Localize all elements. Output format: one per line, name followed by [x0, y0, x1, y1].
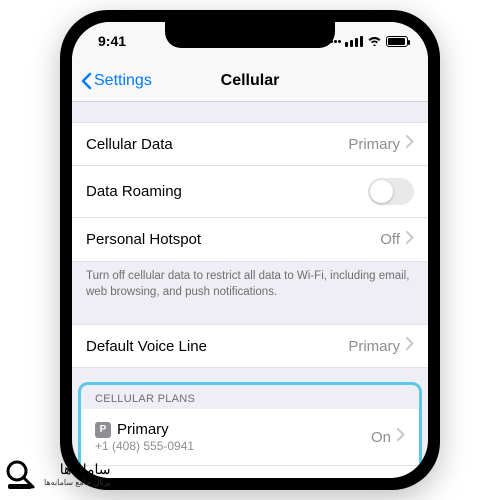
- voice-line-value: Primary: [348, 338, 400, 355]
- wifi-icon: [367, 33, 382, 49]
- plan-status-primary: On: [371, 429, 391, 446]
- row-plan-primary[interactable]: P Primary +1 (408) 555-0941 On: [81, 409, 419, 466]
- footnote-text: Turn off cellular data to restrict all d…: [72, 262, 428, 300]
- group-cellular: Cellular Data Primary Data Roaming Perso…: [72, 122, 428, 262]
- row-personal-hotspot[interactable]: Personal Hotspot Off: [72, 218, 428, 262]
- nav-bar: Settings Cellular: [72, 60, 428, 102]
- row-plan-secondary[interactable]: S Secondary +1 (408) 555-0942 On: [81, 466, 419, 478]
- watermark: سامانه‌ها پرتال جامع سامانه‌ها: [0, 454, 111, 494]
- row-default-voice-line[interactable]: Default Voice Line Primary: [72, 324, 428, 368]
- back-label: Settings: [94, 72, 152, 90]
- plan-number-primary: +1 (408) 555-0941: [95, 439, 371, 453]
- plan-badge-primary: P: [95, 422, 111, 438]
- plans-header: CELLULAR PLANS: [81, 385, 419, 409]
- group-voice: Default Voice Line Primary: [72, 324, 428, 368]
- cellular-data-value: Primary: [348, 136, 400, 153]
- phone-frame: 9:41 Settings Cellular: [60, 10, 440, 490]
- notch: [165, 22, 335, 48]
- hotspot-value: Off: [380, 231, 400, 248]
- back-button[interactable]: Settings: [72, 72, 152, 90]
- status-time: 9:41: [98, 33, 126, 49]
- chevron-right-icon: [406, 135, 414, 153]
- chevron-left-icon: [80, 72, 92, 90]
- chevron-right-icon: [406, 337, 414, 355]
- cellular-plans-highlight: CELLULAR PLANS P Primary +1 (408) 555-09…: [78, 382, 422, 478]
- hotspot-label: Personal Hotspot: [86, 231, 380, 248]
- content-scroll[interactable]: Cellular Data Primary Data Roaming Perso…: [72, 102, 428, 478]
- data-roaming-label: Data Roaming: [86, 183, 368, 200]
- row-data-roaming: Data Roaming: [72, 166, 428, 218]
- voice-line-label: Default Voice Line: [86, 338, 348, 355]
- chevron-right-icon: [397, 428, 405, 446]
- row-cellular-data[interactable]: Cellular Data Primary: [72, 122, 428, 166]
- watermark-logo-icon: [0, 454, 40, 494]
- chevron-right-icon: [406, 231, 414, 249]
- signal-bars-icon: [345, 36, 363, 47]
- data-roaming-toggle[interactable]: [368, 178, 414, 205]
- screen: 9:41 Settings Cellular: [72, 22, 428, 478]
- plan-name-primary: Primary: [117, 421, 169, 438]
- cellular-data-label: Cellular Data: [86, 136, 348, 153]
- battery-icon: [386, 36, 408, 47]
- watermark-title: سامانه‌ها: [44, 461, 111, 478]
- watermark-subtitle: پرتال جامع سامانه‌ها: [44, 478, 111, 487]
